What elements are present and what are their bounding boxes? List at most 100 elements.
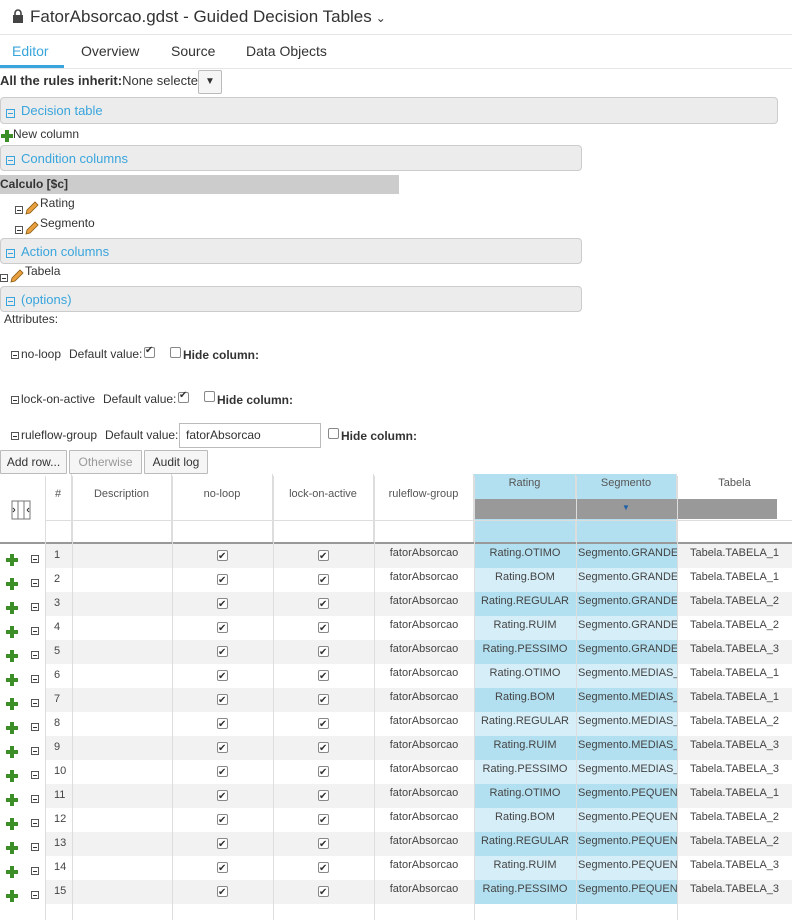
tabela-cell[interactable]: Tabela.TABELA_3 bbox=[677, 880, 792, 904]
pencil-icon[interactable] bbox=[9, 268, 25, 284]
tabela-cell[interactable]: Tabela.TABELA_2 bbox=[677, 832, 792, 856]
rating-cell[interactable]: Rating.REGULAR bbox=[474, 832, 576, 856]
description-cell[interactable] bbox=[72, 688, 172, 712]
no-loop-cell[interactable] bbox=[172, 544, 273, 568]
description-cell[interactable] bbox=[72, 760, 172, 784]
lock-on-active-cell[interactable] bbox=[273, 616, 374, 640]
checkbox[interactable] bbox=[217, 884, 228, 902]
tabela-cell[interactable]: Tabela.TABELA_3 bbox=[677, 640, 792, 664]
add-row-icon[interactable] bbox=[6, 578, 18, 590]
add-row-button[interactable]: Add row... bbox=[0, 450, 67, 474]
checkbox[interactable] bbox=[318, 788, 329, 806]
ruleflow-group-cell[interactable]: fatorAbsorcao bbox=[374, 592, 474, 616]
checkbox[interactable] bbox=[217, 764, 228, 782]
segmento-cell[interactable]: Segmento.PEQUENA bbox=[576, 784, 677, 808]
hide-column-checkbox[interactable] bbox=[328, 428, 339, 439]
tabela-cell[interactable]: Tabela.TABELA_3 bbox=[677, 736, 792, 760]
checkbox[interactable] bbox=[217, 740, 228, 758]
tabela-cell[interactable]: Tabela.TABELA_2 bbox=[677, 592, 792, 616]
description-cell[interactable] bbox=[72, 712, 172, 736]
rating-cell[interactable]: Rating.REGULAR bbox=[474, 592, 576, 616]
rating-cell[interactable]: Rating.RUIM bbox=[474, 736, 576, 760]
add-row-icon[interactable] bbox=[6, 842, 18, 854]
ruleflow-group-cell[interactable]: fatorAbsorcao bbox=[374, 544, 474, 568]
add-row-icon[interactable] bbox=[6, 554, 18, 566]
description-cell[interactable] bbox=[72, 640, 172, 664]
tab-data-objects[interactable]: Data Objects bbox=[246, 43, 327, 59]
tabela-cell[interactable]: Tabela.TABELA_3 bbox=[677, 760, 792, 784]
description-cell[interactable] bbox=[72, 568, 172, 592]
no-loop-cell[interactable] bbox=[172, 736, 273, 760]
tabela-cell[interactable]: Tabela.TABELA_1 bbox=[677, 664, 792, 688]
checkbox[interactable] bbox=[217, 788, 228, 806]
rating-cell[interactable]: Rating.PESSIMO bbox=[474, 640, 576, 664]
description-cell[interactable] bbox=[72, 832, 172, 856]
ruleflow-group-cell[interactable]: fatorAbsorcao bbox=[374, 616, 474, 640]
add-row-icon[interactable] bbox=[6, 794, 18, 806]
add-row-icon[interactable] bbox=[6, 674, 18, 686]
no-loop-cell[interactable] bbox=[172, 856, 273, 880]
segmento-cell[interactable]: Segmento.GRANDES bbox=[576, 544, 677, 568]
checkbox[interactable] bbox=[217, 572, 228, 590]
tabela-cell[interactable]: Tabela.TABELA_1 bbox=[677, 688, 792, 712]
collapse-icon[interactable] bbox=[6, 247, 15, 261]
chevron-down-icon[interactable]: ⌄ bbox=[376, 11, 386, 25]
rating-cell[interactable]: Rating.RUIM bbox=[474, 856, 576, 880]
no-loop-cell[interactable] bbox=[172, 568, 273, 592]
ruleflow-group-cell[interactable]: fatorAbsorcao bbox=[374, 808, 474, 832]
ruleflow-group-cell[interactable]: fatorAbsorcao bbox=[374, 880, 474, 904]
segmento-cell[interactable]: Segmento.PEQUENA bbox=[576, 808, 677, 832]
delete-row-icon[interactable] bbox=[31, 891, 39, 899]
tabela-cell[interactable]: Tabela.TABELA_1 bbox=[677, 568, 792, 592]
segmento-cell[interactable]: Segmento.GRANDES bbox=[576, 640, 677, 664]
default-value-checkbox[interactable] bbox=[178, 390, 189, 403]
checkbox[interactable] bbox=[217, 812, 228, 830]
collapse-icon[interactable] bbox=[6, 107, 15, 121]
tab-source[interactable]: Source bbox=[171, 43, 215, 59]
checkbox[interactable] bbox=[318, 764, 329, 782]
checkbox[interactable] bbox=[318, 836, 329, 854]
ruleflow-group-cell[interactable]: fatorAbsorcao bbox=[374, 568, 474, 592]
segmento-cell[interactable]: Segmento.MEDIAS_E bbox=[576, 760, 677, 784]
rating-cell[interactable]: Rating.OTIMO bbox=[474, 544, 576, 568]
checkbox[interactable] bbox=[318, 812, 329, 830]
default-value-checkbox[interactable] bbox=[144, 345, 155, 358]
ruleflow-group-cell[interactable]: fatorAbsorcao bbox=[374, 784, 474, 808]
pencil-icon[interactable] bbox=[24, 220, 40, 236]
lock-on-active-cell[interactable] bbox=[273, 856, 374, 880]
delete-row-icon[interactable] bbox=[31, 843, 39, 851]
add-row-icon[interactable] bbox=[6, 722, 18, 734]
otherwise-button[interactable]: Otherwise bbox=[69, 450, 142, 474]
lock-on-active-cell[interactable] bbox=[273, 736, 374, 760]
no-loop-cell[interactable] bbox=[172, 784, 273, 808]
description-cell[interactable] bbox=[72, 784, 172, 808]
segmento-cell[interactable]: Segmento.MEDIAS_E bbox=[576, 688, 677, 712]
delete-row-icon[interactable] bbox=[31, 555, 39, 563]
remove-icon[interactable] bbox=[15, 226, 23, 234]
audit-log-button[interactable]: Audit log bbox=[144, 450, 208, 474]
pencil-icon[interactable] bbox=[24, 200, 40, 216]
lock-on-active-cell[interactable] bbox=[273, 880, 374, 904]
checkbox[interactable] bbox=[217, 716, 228, 734]
ruleflow-group-cell[interactable]: fatorAbsorcao bbox=[374, 856, 474, 880]
checkbox[interactable] bbox=[217, 668, 228, 686]
remove-icon[interactable] bbox=[0, 274, 8, 282]
segmento-cell[interactable]: Segmento.MEDIAS_E bbox=[576, 664, 677, 688]
collapse-icon[interactable] bbox=[6, 154, 15, 168]
tabela-cell[interactable]: Tabela.TABELA_3 bbox=[677, 856, 792, 880]
decision-table-section[interactable]: Decision table bbox=[0, 97, 778, 124]
checkbox[interactable] bbox=[217, 596, 228, 614]
column-resize-icon[interactable] bbox=[11, 500, 31, 520]
lock-on-active-cell[interactable] bbox=[273, 688, 374, 712]
checkbox[interactable] bbox=[318, 716, 329, 734]
add-row-icon[interactable] bbox=[6, 698, 18, 710]
no-loop-cell[interactable] bbox=[172, 688, 273, 712]
no-loop-cell[interactable] bbox=[172, 592, 273, 616]
remove-icon[interactable] bbox=[15, 206, 23, 214]
tabela-cell[interactable]: Tabela.TABELA_1 bbox=[677, 784, 792, 808]
add-row-icon[interactable] bbox=[6, 602, 18, 614]
checkbox[interactable] bbox=[318, 740, 329, 758]
add-row-icon[interactable] bbox=[6, 650, 18, 662]
segmento-cell[interactable]: Segmento.PEQUENA bbox=[576, 880, 677, 904]
condition-pattern-bar[interactable]: ▼ bbox=[474, 499, 777, 519]
